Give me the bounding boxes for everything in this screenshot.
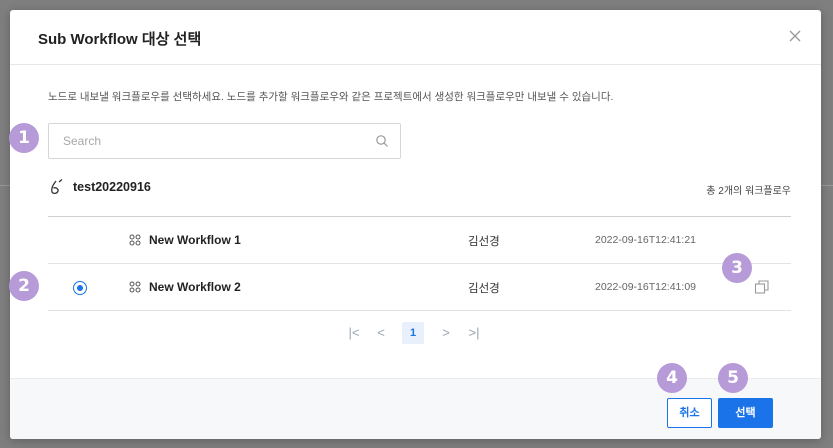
annotation-badge-2: 2 <box>9 271 39 301</box>
annotation-badge-1: 1 <box>9 123 39 153</box>
workflow-created: 2022-09-16T12:41:21 <box>595 234 696 246</box>
workflow-row[interactable]: New Workflow 1 김선경 2022-09-16T12:41:21 <box>48 217 791 264</box>
page-last-button[interactable]: >| <box>463 322 485 344</box>
annotation-badge-3: 3 <box>722 253 752 283</box>
annotation-badge-5: 5 <box>718 363 748 393</box>
search-icon[interactable] <box>375 134 389 148</box>
workflow-author: 김선경 <box>468 283 500 295</box>
search-input[interactable] <box>49 124 369 158</box>
dialog-header: Sub Workflow 대상 선택 <box>10 10 821 65</box>
workflow-icon <box>129 234 141 246</box>
project-icon <box>51 179 63 195</box>
workflow-author: 김선경 <box>468 236 500 248</box>
workflow-name: New Workflow 2 <box>149 280 241 294</box>
close-icon[interactable] <box>786 27 804 45</box>
dialog-footer: 취소 선택 <box>10 378 821 439</box>
select-button[interactable]: 선택 <box>718 398 773 428</box>
dialog-title: Sub Workflow 대상 선택 <box>38 31 202 48</box>
page-next-button[interactable]: > <box>435 322 457 344</box>
workflow-radio-selected[interactable] <box>73 281 87 295</box>
search-box[interactable] <box>48 123 401 159</box>
page-prev-button[interactable]: < <box>370 322 392 344</box>
page-first-button[interactable]: |< <box>343 322 365 344</box>
pagination: |< < 1 > >| <box>343 322 493 346</box>
copy-icon[interactable] <box>754 279 770 295</box>
project-name: test20220916 <box>73 180 151 194</box>
dialog-description: 노드로 내보낼 워크플로우를 선택하세요. 노드를 추가할 워크플로우와 같은 … <box>48 91 614 103</box>
workflow-count: 총 2개의 워크플로우 <box>706 186 791 197</box>
cancel-button[interactable]: 취소 <box>667 398 712 428</box>
annotation-badge-4: 4 <box>657 363 687 393</box>
page-current-button[interactable]: 1 <box>402 322 424 344</box>
workflow-created: 2022-09-16T12:41:09 <box>595 281 696 293</box>
sub-workflow-dialog: Sub Workflow 대상 선택 노드로 내보낼 워크플로우를 선택하세요.… <box>10 10 821 439</box>
workflow-row[interactable]: New Workflow 2 김선경 2022-09-16T12:41:09 <box>48 264 791 311</box>
workflow-name: New Workflow 1 <box>149 233 241 247</box>
radio-dot <box>76 284 83 291</box>
workflow-icon <box>129 281 141 293</box>
